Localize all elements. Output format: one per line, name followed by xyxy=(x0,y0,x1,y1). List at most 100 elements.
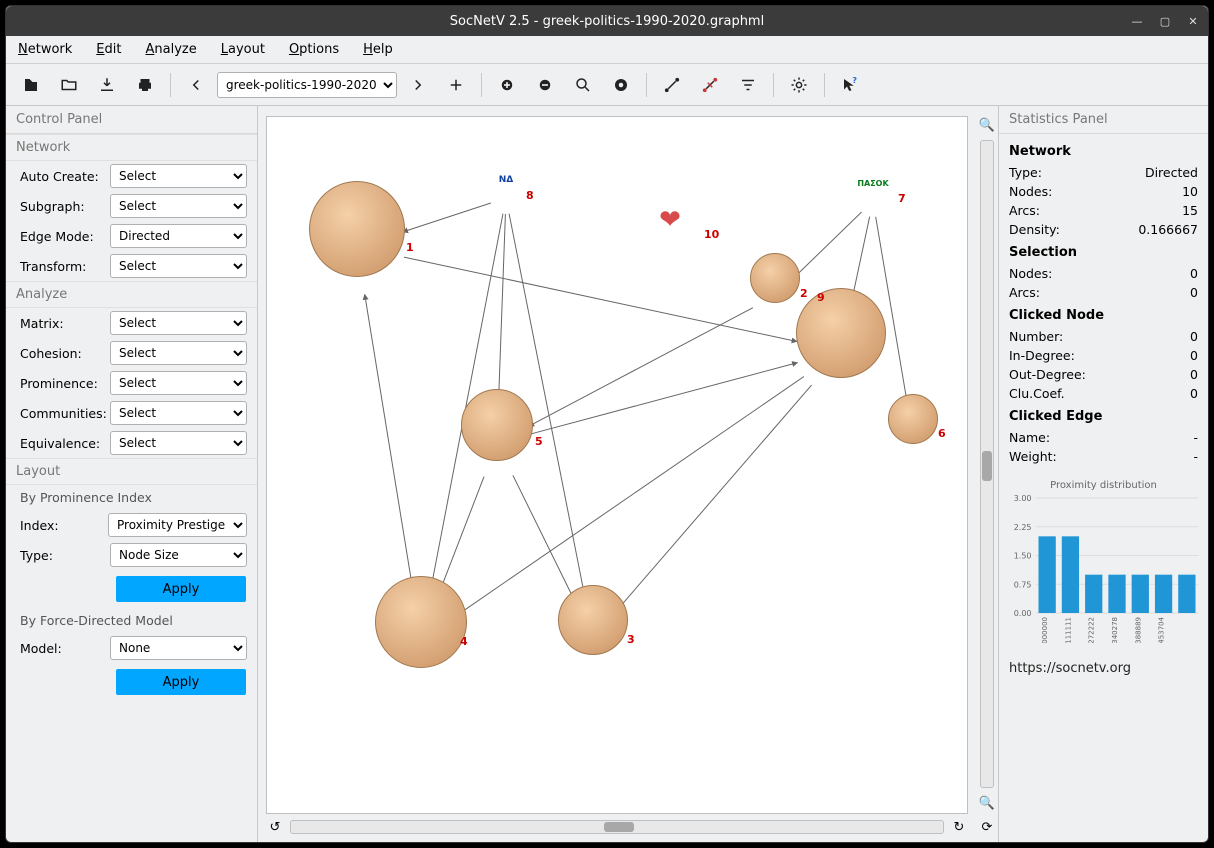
new-file-icon[interactable] xyxy=(14,70,48,100)
graph-node-8[interactable]: ΝΔ xyxy=(490,164,522,196)
control-panel: Control Panel Network Auto Create:Select… xyxy=(6,106,258,842)
graph-node-6[interactable] xyxy=(888,394,938,444)
heart-icon: ❤ xyxy=(659,205,681,235)
menu-options[interactable]: Options xyxy=(289,42,339,57)
svg-text:0.111111: 0.111111 xyxy=(1064,617,1072,643)
find-node-icon[interactable] xyxy=(566,70,600,100)
filter-icon[interactable] xyxy=(731,70,765,100)
zoom-in-icon[interactable]: 🔍 xyxy=(978,116,996,134)
save-icon[interactable] xyxy=(90,70,124,100)
transform-select[interactable]: Select xyxy=(110,254,247,278)
node-label-5: 5 xyxy=(535,435,543,448)
matrix-select[interactable]: Select xyxy=(110,311,247,335)
svg-text:1.50: 1.50 xyxy=(1014,552,1032,561)
window-title: SocNetV 2.5 - greek-politics-1990-2020.g… xyxy=(450,14,764,29)
cohesion-select[interactable]: Select xyxy=(110,341,247,365)
graph-node-9[interactable] xyxy=(796,288,886,378)
file-selector[interactable]: greek-politics-1990-2020 xyxy=(217,72,397,98)
graph-node-1[interactable] xyxy=(309,181,405,277)
prominence-select[interactable]: Select xyxy=(110,371,247,395)
stats-clicked-node-heading: Clicked Node xyxy=(1009,302,1198,327)
graph-node-5[interactable] xyxy=(461,389,533,461)
add-node-icon[interactable] xyxy=(490,70,524,100)
add-edge-icon[interactable] xyxy=(655,70,689,100)
maximize-button[interactable]: ▢ xyxy=(1158,14,1172,28)
cn-in-value: 0 xyxy=(1190,348,1198,363)
settings-icon[interactable] xyxy=(782,70,816,100)
horizontal-scrollbar[interactable] xyxy=(290,820,944,834)
apply-force-button[interactable]: Apply xyxy=(116,669,246,695)
communities-label: Communities: xyxy=(20,406,110,421)
svg-text:0.75: 0.75 xyxy=(1014,580,1032,589)
vertical-scrollbar[interactable] xyxy=(980,140,994,788)
communities-select[interactable]: Select xyxy=(110,401,247,425)
layout-index-select[interactable]: Proximity Prestige xyxy=(108,513,247,537)
stat-type-label: Type: xyxy=(1009,165,1042,180)
layout-type-select[interactable]: Node Size xyxy=(110,543,247,567)
cn-number-label: Number: xyxy=(1009,329,1063,344)
graph-canvas[interactable]: 1435296ΝΔ8ΠΑΣΟΚ7❤10 xyxy=(266,116,968,814)
nav-forward-icon[interactable] xyxy=(401,70,435,100)
menu-edit[interactable]: Edit xyxy=(96,42,121,57)
graph-node-10[interactable]: ❤ xyxy=(656,206,684,234)
ce-name-value: - xyxy=(1193,430,1198,445)
close-button[interactable]: ✕ xyxy=(1186,14,1200,28)
transform-label: Transform: xyxy=(20,259,110,274)
help-cursor-icon[interactable]: ? xyxy=(833,70,867,100)
equivalence-select[interactable]: Select xyxy=(110,431,247,455)
stat-arcs-label: Arcs: xyxy=(1009,203,1040,218)
chart-title: Proximity distribution xyxy=(1003,480,1204,493)
node-label-1: 1 xyxy=(406,241,414,254)
stats-network-heading: Network xyxy=(1009,138,1198,163)
control-panel-title: Control Panel xyxy=(6,106,257,134)
node-label-6: 6 xyxy=(938,427,946,440)
matrix-label: Matrix: xyxy=(20,316,110,331)
subgraph-select[interactable]: Select xyxy=(110,194,247,218)
menu-help[interactable]: Help xyxy=(363,42,393,57)
footer-link[interactable]: https://socnetv.org xyxy=(999,653,1208,684)
prominence-subtitle: By Prominence Index xyxy=(6,485,257,510)
auto-create-select[interactable]: Select xyxy=(110,164,247,188)
remove-edge-icon[interactable] xyxy=(693,70,727,100)
node-settings-icon[interactable] xyxy=(604,70,638,100)
svg-text:?: ? xyxy=(852,76,857,85)
ce-name-label: Name: xyxy=(1009,430,1050,445)
layout-type-label: Type: xyxy=(20,548,110,563)
stats-clicked-edge-heading: Clicked Edge xyxy=(1009,403,1198,428)
force-subtitle: By Force-Directed Model xyxy=(6,608,257,633)
sel-nodes-value: 0 xyxy=(1190,266,1198,281)
open-folder-icon[interactable] xyxy=(52,70,86,100)
add-icon[interactable] xyxy=(439,70,473,100)
cn-out-label: Out-Degree: xyxy=(1009,367,1086,382)
rotate-ccw-icon[interactable]: ↺ xyxy=(266,818,284,836)
node-label-7: 7 xyxy=(898,192,906,205)
rotate-cw-icon[interactable]: ↻ xyxy=(950,818,968,836)
svg-text:0.388889: 0.388889 xyxy=(1134,617,1142,643)
menu-analyze[interactable]: Analyze xyxy=(145,42,196,57)
svg-text:0.272222: 0.272222 xyxy=(1088,617,1096,643)
graph-node-4[interactable] xyxy=(375,576,467,668)
stat-density-label: Density: xyxy=(1009,222,1060,237)
toolbar: greek-politics-1990-2020 ? xyxy=(6,64,1208,106)
graph-node-3[interactable] xyxy=(558,585,628,655)
stat-nodes-value: 10 xyxy=(1182,184,1198,199)
cohesion-label: Cohesion: xyxy=(20,346,110,361)
remove-node-icon[interactable] xyxy=(528,70,562,100)
graph-node-7[interactable]: ΠΑΣΟΚ xyxy=(857,167,889,199)
print-icon[interactable] xyxy=(128,70,162,100)
zoom-reset-icon[interactable]: ⟳ xyxy=(978,818,996,836)
apply-prominence-button[interactable]: Apply xyxy=(116,576,246,602)
layout-index-label: Index: xyxy=(20,518,108,533)
menu-layout[interactable]: Layout xyxy=(221,42,265,57)
cn-out-value: 0 xyxy=(1190,367,1198,382)
zoom-out-icon[interactable]: 🔍 xyxy=(978,794,996,812)
minimize-button[interactable]: — xyxy=(1130,14,1144,28)
edge-mode-select[interactable]: Directed xyxy=(110,224,247,248)
menu-network[interactable]: Network xyxy=(18,42,72,57)
nav-back-icon[interactable] xyxy=(179,70,213,100)
graph-node-2[interactable] xyxy=(750,253,800,303)
node-label-2: 2 xyxy=(800,287,808,300)
edge-mode-label: Edge Mode: xyxy=(20,229,110,244)
node-label-3: 3 xyxy=(627,633,635,646)
layout-model-select[interactable]: None xyxy=(110,636,247,660)
